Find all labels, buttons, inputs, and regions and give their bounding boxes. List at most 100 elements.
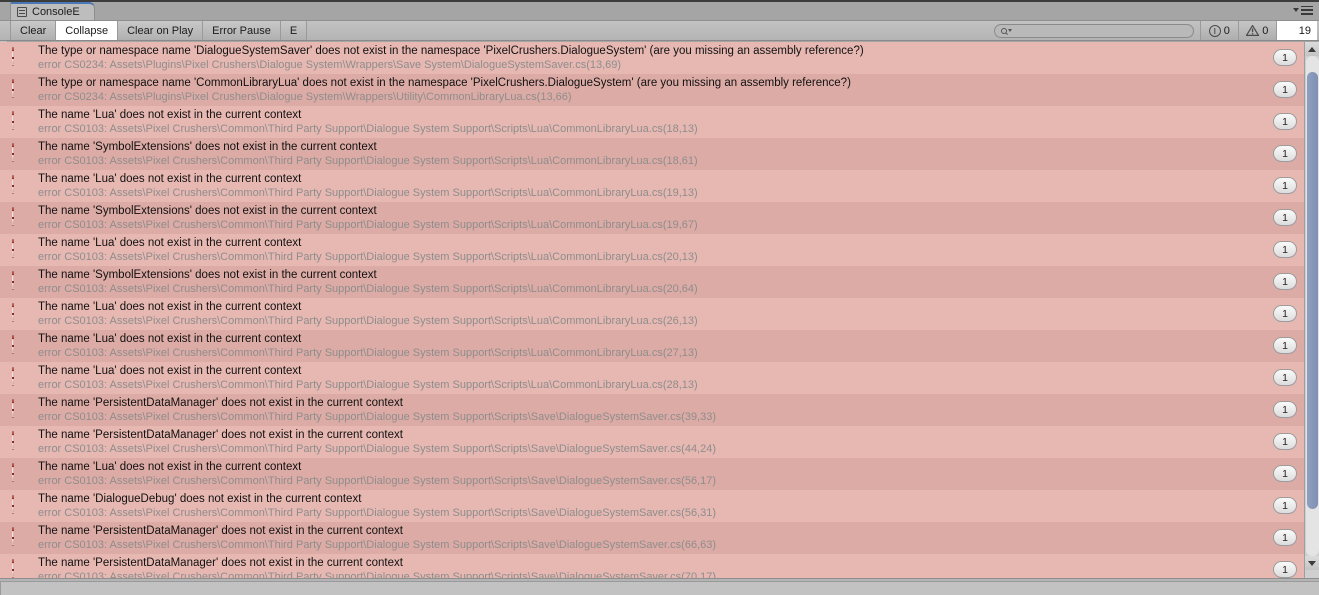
collapse-count-badge: 1 — [1273, 369, 1297, 386]
editor-toggle[interactable]: E — [280, 21, 308, 40]
log-entry-title: The name 'PersistentDataManager' does no… — [38, 429, 403, 441]
log-entry-text: The name 'Lua' does not exist in the cur… — [38, 170, 1319, 200]
collapse-count-badge: 1 — [1273, 529, 1297, 546]
log-entry-text: The name 'Lua' does not exist in the cur… — [38, 330, 1319, 360]
log-entry-row[interactable]: The name 'DialogueDebug' does not exist … — [0, 490, 1319, 522]
error-icon — [12, 239, 29, 258]
log-entry-title: The name 'Lua' does not exist in the cur… — [38, 301, 302, 313]
log-entry-row[interactable]: The name 'PersistentDataManager' does no… — [0, 426, 1319, 458]
error-icon — [12, 143, 29, 162]
hamburger-icon — [1301, 5, 1313, 15]
log-entry-title: The name 'SymbolExtensions' does not exi… — [38, 141, 377, 153]
log-entry-detail: error CS0103: Assets\Pixel Crushers\Comm… — [38, 283, 698, 295]
log-entry-text: The name 'SymbolExtensions' does not exi… — [38, 266, 1319, 296]
error-icon — [12, 271, 29, 290]
log-list-scrollbar[interactable] — [1304, 42, 1319, 578]
log-entry-title: The type or namespace name 'CommonLibrar… — [38, 77, 851, 89]
error-icon — [12, 367, 29, 386]
info-counter[interactable]: 0 — [1199, 21, 1238, 40]
collapse-count-badge: 1 — [1273, 433, 1297, 450]
tab-strip: ConsoleE — [0, 0, 1319, 20]
log-entry-title: The name 'Lua' does not exist in the cur… — [38, 333, 302, 345]
log-entry-title: The name 'PersistentDataManager' does no… — [38, 557, 403, 569]
clear-on-play-toggle[interactable]: Clear on Play — [118, 21, 204, 40]
log-entry-text: The type or namespace name 'DialogueSyst… — [38, 42, 1319, 72]
log-entry-row[interactable]: The name 'PersistentDataManager' does no… — [0, 522, 1319, 554]
log-entry-title: The type or namespace name 'DialogueSyst… — [38, 45, 864, 57]
log-entry-row[interactable]: The name 'PersistentDataManager' does no… — [0, 554, 1319, 578]
log-entry-detail: error CS0103: Assets\Pixel Crushers\Comm… — [38, 443, 717, 455]
log-entry-text: The name 'PersistentDataManager' does no… — [38, 554, 1319, 578]
log-entry-row[interactable]: The name 'SymbolExtensions' does not exi… — [0, 266, 1319, 298]
log-entry-row[interactable]: The type or namespace name 'DialogueSyst… — [0, 42, 1319, 74]
error-icon — [12, 495, 29, 514]
log-entry-detail: error CS0103: Assets\Pixel Crushers\Comm… — [38, 187, 698, 199]
collapse-count-badge: 1 — [1273, 209, 1297, 226]
chevron-down-icon — [1293, 8, 1299, 12]
collapse-count-badge: 1 — [1273, 305, 1297, 322]
window-options-menu-icon[interactable] — [1291, 4, 1313, 16]
log-entry-detail: error CS0103: Assets\Pixel Crushers\Comm… — [38, 347, 698, 359]
search-input[interactable] — [1011, 24, 1193, 37]
log-entry-row[interactable]: The name 'SymbolExtensions' does not exi… — [0, 138, 1319, 170]
log-entry-text: The name 'PersistentDataManager' does no… — [38, 522, 1319, 552]
log-entry-detail: error CS0103: Assets\Pixel Crushers\Comm… — [38, 379, 698, 391]
log-entry-detail: error CS0103: Assets\Pixel Crushers\Comm… — [38, 539, 717, 551]
log-entry-row[interactable]: The name 'Lua' does not exist in the cur… — [0, 170, 1319, 202]
log-entry-detail: error CS0103: Assets\Pixel Crushers\Comm… — [38, 219, 698, 231]
error-icon-faded — [1222, 49, 1237, 64]
scroll-up-arrow-icon[interactable] — [1305, 42, 1319, 56]
error-counter[interactable]: 19 — [1275, 21, 1317, 40]
info-count: 0 — [1223, 24, 1230, 37]
log-entry-title: The name 'SymbolExtensions' does not exi… — [38, 269, 377, 281]
log-entry-row[interactable]: The name 'PersistentDataManager' does no… — [0, 394, 1319, 426]
collapse-count-badge: 1 — [1273, 561, 1297, 578]
log-entry-text: The name 'SymbolExtensions' does not exi… — [38, 138, 1319, 168]
log-entry-text: The name 'Lua' does not exist in the cur… — [38, 362, 1319, 392]
error-icon — [12, 79, 29, 98]
error-icon — [12, 303, 29, 322]
error-icon — [12, 463, 29, 482]
scroll-down-arrow-icon[interactable] — [1305, 556, 1319, 570]
log-entry-text: The name 'PersistentDataManager' does no… — [38, 426, 1319, 456]
error-icon — [12, 335, 29, 354]
log-entry-row[interactable]: The name 'SymbolExtensions' does not exi… — [0, 202, 1319, 234]
log-entry-row[interactable]: The name 'Lua' does not exist in the cur… — [0, 234, 1319, 266]
search-icon[interactable] — [1000, 27, 1012, 34]
log-entry-row[interactable]: The name 'Lua' does not exist in the cur… — [0, 106, 1319, 138]
log-entry-detail: error CS0103: Assets\Pixel Crushers\Comm… — [38, 123, 698, 135]
scrollbar-thumb[interactable] — [1307, 72, 1318, 509]
log-entry-title: The name 'Lua' does not exist in the cur… — [38, 365, 302, 377]
log-entry-row[interactable]: The name 'Lua' does not exist in the cur… — [0, 458, 1319, 490]
error-icon — [12, 431, 29, 450]
tab-console-label: ConsoleE — [32, 6, 80, 18]
collapse-count-badge: 1 — [1273, 337, 1297, 354]
collapse-toggle[interactable]: Collapse — [56, 21, 119, 40]
log-entry-detail: error CS0103: Assets\Pixel Crushers\Comm… — [38, 411, 717, 423]
log-entry-title: The name 'PersistentDataManager' does no… — [38, 397, 403, 409]
log-entry-text: The name 'Lua' does not exist in the cur… — [38, 298, 1319, 328]
log-entry-text: The name 'DialogueDebug' does not exist … — [38, 490, 1319, 520]
log-entry-row[interactable]: The name 'Lua' does not exist in the cur… — [0, 298, 1319, 330]
search-box[interactable] — [993, 23, 1194, 38]
log-entry-row[interactable]: The name 'Lua' does not exist in the cur… — [0, 330, 1319, 362]
collapse-count-badge: 1 — [1273, 177, 1297, 194]
clear-button[interactable]: Clear — [10, 21, 57, 40]
warning-count: 0 — [1262, 24, 1269, 37]
tab-console[interactable]: ConsoleE — [10, 2, 95, 20]
collapse-count-badge: 1 — [1273, 465, 1297, 482]
log-entry-detail: error CS0103: Assets\Pixel Crushers\Comm… — [38, 155, 698, 167]
error-icon — [12, 175, 29, 194]
error-icon — [12, 399, 29, 418]
log-entry-detail: error CS0103: Assets\Pixel Crushers\Comm… — [38, 315, 698, 327]
log-entry-list[interactable]: The type or namespace name 'DialogueSyst… — [0, 42, 1319, 578]
log-entry-detail: error CS0103: Assets\Pixel Crushers\Comm… — [38, 251, 698, 263]
collapse-count-badge: 1 — [1273, 113, 1297, 130]
log-entry-row[interactable]: The name 'Lua' does not exist in the cur… — [0, 362, 1319, 394]
error-pause-toggle[interactable]: Error Pause — [203, 21, 281, 40]
toolbar-left-group: Clear Collapse Clear on Play Error Pause… — [0, 21, 308, 40]
log-entry-title: The name 'Lua' does not exist in the cur… — [38, 237, 302, 249]
warning-counter[interactable]: 0 — [1237, 21, 1276, 40]
log-entry-row[interactable]: The type or namespace name 'CommonLibrar… — [0, 74, 1319, 106]
scrollbar-track[interactable] — [1306, 56, 1319, 556]
